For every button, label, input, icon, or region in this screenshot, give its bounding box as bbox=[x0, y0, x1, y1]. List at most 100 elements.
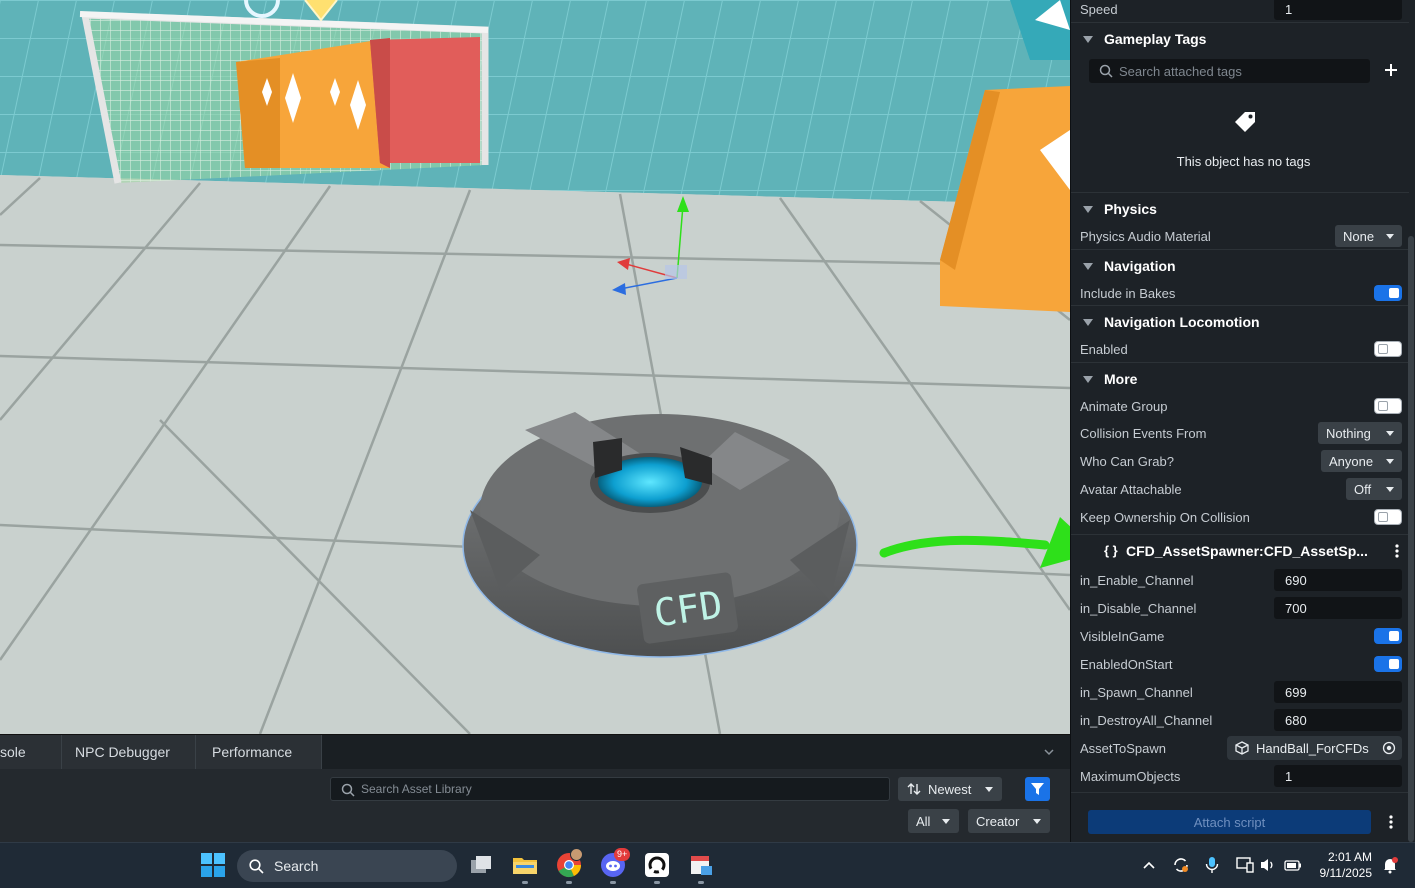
nav-enabled-toggle[interactable] bbox=[1374, 341, 1402, 357]
microphone-icon[interactable] bbox=[1205, 856, 1219, 874]
file-explorer-button[interactable] bbox=[512, 852, 540, 880]
target-icon[interactable] bbox=[1382, 741, 1396, 755]
in-destroyall-channel-row: in_DestroyAll_Channel 680 bbox=[1071, 706, 1409, 734]
attach-script-button[interactable]: Attach script bbox=[1088, 810, 1371, 834]
collision-events-row: Collision Events From Nothing bbox=[1071, 419, 1409, 447]
caret-down-icon bbox=[1033, 819, 1041, 824]
dropdown-value: Off bbox=[1354, 481, 1372, 497]
section-navigation-locomotion[interactable]: Navigation Locomotion bbox=[1071, 305, 1409, 337]
app-root: CFD Speed 1 Gameplay Tags Search attache… bbox=[0, 0, 1415, 888]
asset-to-spawn-row: AssetToSpawn HandBall_ForCFDs bbox=[1071, 734, 1409, 762]
physics-audio-row: Physics Audio Material None bbox=[1071, 222, 1409, 250]
filter-button[interactable] bbox=[1025, 777, 1050, 801]
app-button[interactable] bbox=[644, 852, 672, 880]
in-enable-channel-row: in_Enable_Channel 690 bbox=[1071, 566, 1409, 594]
tab-console[interactable]: sole bbox=[0, 735, 62, 769]
sync-icon[interactable] bbox=[1172, 856, 1190, 874]
visible-in-game-label: VisibleInGame bbox=[1080, 628, 1165, 644]
in-enable-channel-field[interactable]: 690 bbox=[1274, 569, 1402, 591]
windows-logo-icon bbox=[201, 853, 225, 877]
visible-in-game-row: VisibleInGame bbox=[1071, 622, 1409, 650]
caret-down-icon bbox=[1386, 431, 1394, 436]
maximum-objects-field[interactable]: 1 bbox=[1274, 765, 1402, 787]
task-view-button[interactable] bbox=[468, 852, 496, 880]
asset-spawner-pad[interactable]: CFD bbox=[462, 412, 858, 658]
chevron-up-icon[interactable] bbox=[1142, 860, 1156, 870]
running-indicator bbox=[566, 881, 572, 884]
filter-creator-dropdown[interactable]: Creator bbox=[968, 809, 1050, 833]
tab-bar-fill bbox=[322, 735, 1070, 769]
clock-date: 9/11/2025 bbox=[1319, 866, 1373, 880]
tab-label: sole bbox=[0, 744, 26, 760]
taskbar-search[interactable]: Search bbox=[237, 850, 457, 882]
tab-label: Performance bbox=[212, 744, 293, 760]
filter-all-dropdown[interactable]: All bbox=[908, 809, 959, 833]
who-can-grab-dropdown[interactable]: Anyone bbox=[1321, 450, 1402, 472]
notification-bell-icon[interactable] bbox=[1381, 856, 1399, 874]
running-indicator bbox=[522, 881, 528, 884]
speed-field[interactable]: 1 bbox=[1274, 0, 1402, 20]
tag-search-input[interactable]: Search attached tags bbox=[1089, 59, 1370, 83]
collapse-triangle-icon bbox=[1083, 263, 1093, 270]
notification-badge: 9+ bbox=[614, 848, 631, 861]
keep-ownership-label: Keep Ownership On Collision bbox=[1080, 509, 1250, 525]
chevron-down-icon[interactable] bbox=[1044, 748, 1054, 756]
section-more[interactable]: More bbox=[1071, 362, 1409, 394]
add-tag-button[interactable] bbox=[1382, 61, 1400, 79]
section-navigation[interactable]: Navigation bbox=[1071, 249, 1409, 281]
in-disable-channel-field[interactable]: 700 bbox=[1274, 597, 1402, 619]
tool-button[interactable] bbox=[688, 852, 716, 880]
section-physics[interactable]: Physics bbox=[1071, 192, 1409, 224]
more-options-button[interactable] bbox=[1393, 543, 1401, 559]
tag-search-placeholder: Search attached tags bbox=[1119, 63, 1242, 79]
collapse-triangle-icon bbox=[1083, 376, 1093, 383]
include-in-bakes-row: Include in Bakes bbox=[1071, 279, 1409, 307]
windows-taskbar: Search 9+ 2:01 AM 9/11/2025 bbox=[0, 842, 1415, 888]
in-spawn-channel-row: in_Spawn_Channel 699 bbox=[1071, 678, 1409, 706]
animate-group-row: Animate Group bbox=[1071, 392, 1409, 420]
scene-viewport[interactable]: CFD bbox=[0, 0, 1070, 734]
asset-search-input[interactable]: Search Asset Library bbox=[330, 777, 890, 801]
tab-npc-debugger[interactable]: NPC Debugger bbox=[62, 735, 196, 769]
caret-down-icon bbox=[942, 819, 950, 824]
no-tags-text: This object has no tags bbox=[1176, 154, 1311, 169]
running-indicator bbox=[610, 881, 616, 884]
collision-events-dropdown[interactable]: Nothing bbox=[1318, 422, 1402, 444]
include-in-bakes-toggle[interactable] bbox=[1374, 285, 1402, 301]
in-destroyall-channel-field[interactable]: 680 bbox=[1274, 709, 1402, 731]
tab-label: NPC Debugger bbox=[75, 744, 170, 760]
avatar-attachable-dropdown[interactable]: Off bbox=[1346, 478, 1402, 500]
filter-icon bbox=[1031, 783, 1044, 795]
animate-group-toggle[interactable] bbox=[1374, 398, 1402, 414]
volume-icon[interactable] bbox=[1260, 857, 1276, 873]
clock[interactable]: 2:01 AM 9/11/2025 bbox=[1312, 849, 1373, 881]
chrome-button[interactable] bbox=[556, 848, 584, 880]
enabled-on-start-toggle[interactable] bbox=[1374, 656, 1402, 672]
section-gameplay-tags[interactable]: Gameplay Tags bbox=[1071, 22, 1409, 54]
section-script-component[interactable]: { } CFD_AssetSpawner:CFD_AssetSp... bbox=[1071, 534, 1409, 566]
physics-audio-dropdown[interactable]: None bbox=[1335, 225, 1402, 247]
caret-down-icon bbox=[985, 787, 993, 792]
keep-ownership-toggle[interactable] bbox=[1374, 509, 1402, 525]
discord-button[interactable]: 9+ bbox=[600, 848, 631, 880]
start-button[interactable] bbox=[200, 852, 228, 880]
asset-to-spawn-picker[interactable]: HandBall_ForCFDs bbox=[1227, 736, 1402, 760]
panel-scrollbar[interactable] bbox=[1408, 236, 1414, 842]
battery-icon[interactable] bbox=[1284, 858, 1302, 872]
cube-icon bbox=[1235, 741, 1249, 755]
app-logo-icon bbox=[645, 853, 669, 877]
section-title: Gameplay Tags bbox=[1104, 30, 1207, 47]
dropdown-value: None bbox=[1343, 228, 1375, 244]
enabled-on-start-row: EnabledOnStart bbox=[1071, 650, 1409, 678]
kebab-icon[interactable] bbox=[1387, 814, 1395, 830]
editor-icon bbox=[691, 856, 712, 875]
visible-in-game-toggle[interactable] bbox=[1374, 628, 1402, 644]
include-in-bakes-label: Include in Bakes bbox=[1080, 285, 1176, 301]
in-spawn-channel-field[interactable]: 699 bbox=[1274, 681, 1402, 703]
in-disable-channel-row: in_Disable_Channel 700 bbox=[1071, 594, 1409, 622]
sort-dropdown[interactable]: Newest bbox=[898, 777, 1002, 801]
profile-avatar bbox=[570, 848, 583, 861]
network-icon[interactable] bbox=[1236, 857, 1254, 873]
tab-performance[interactable]: Performance bbox=[196, 735, 322, 769]
filter-all-label: All bbox=[916, 813, 931, 829]
